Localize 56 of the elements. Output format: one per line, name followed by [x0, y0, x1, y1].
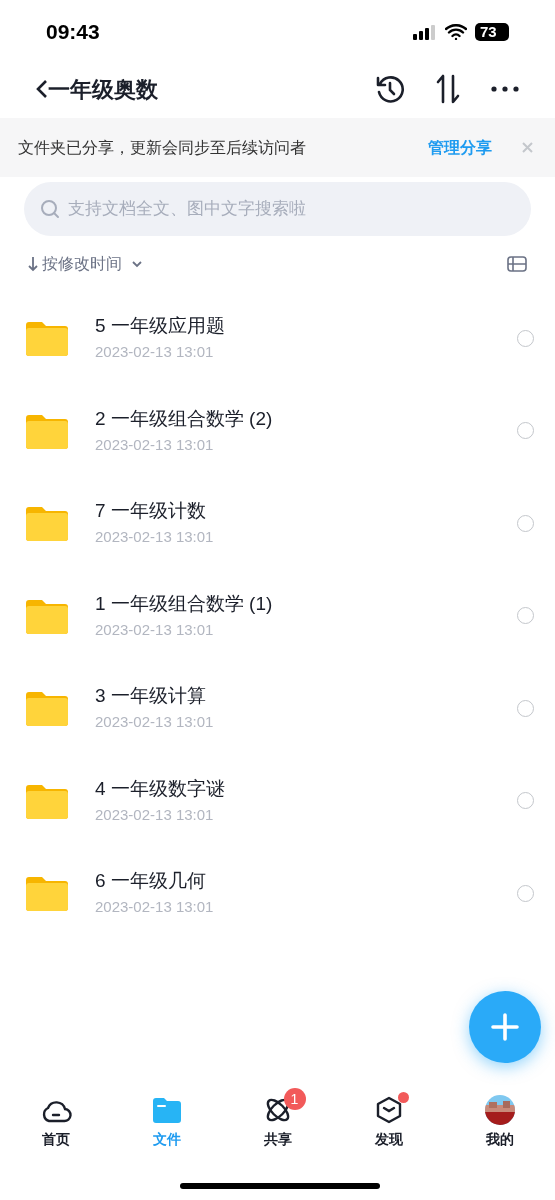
signal-icon	[413, 24, 437, 40]
tab-item[interactable]: 首页	[0, 1086, 111, 1150]
folder-row[interactable]: 1 一年级组合数学 (1) 2023-02-13 13:01	[0, 569, 555, 662]
folder-date: 2023-02-13 13:01	[95, 620, 215, 639]
search-field[interactable]: 支持文档全文、图中文字搜索啦	[68, 196, 515, 222]
folder-row[interactable]: 7 一年级计数 2023-02-13 13:01	[0, 477, 555, 570]
search-bar[interactable]: 支持文档全文、图中文字搜索啦	[24, 182, 531, 236]
add-button[interactable]	[469, 991, 541, 1063]
folder-icon	[152, 1097, 181, 1123]
folder-name: 4 一年级数字谜	[95, 777, 225, 800]
folder-date: 2023-02-13 13:01	[95, 528, 214, 547]
folder-name: 1 一年级组合数学 (1)	[95, 592, 273, 615]
folder-name: 7 一年级计数	[95, 500, 207, 523]
banner-text: 文件夹已分享，更新会同步至后续访问者	[18, 137, 306, 158]
tab-item[interactable]: 1 共享	[222, 1086, 333, 1150]
folder-date: 2023-02-13 13:01	[95, 435, 215, 454]
tab-item[interactable]: 我的	[444, 1086, 555, 1150]
folder-row[interactable]: 4 一年级数字谜 2023-02-13 13:01	[0, 754, 555, 847]
clock: 09:43	[46, 19, 100, 46]
search-icon	[40, 199, 60, 219]
arrow-down-icon	[28, 256, 38, 272]
battery-indicator: 73	[475, 23, 509, 41]
folder-row[interactable]: 3 一年级计算 2023-02-13 13:01	[0, 662, 555, 755]
folder-icon	[26, 782, 68, 819]
folder-date: 2023-02-13 13:01	[95, 713, 214, 732]
folder-date: 2023-02-13 13:01	[95, 343, 215, 362]
folder-icon	[26, 320, 68, 357]
folder-row[interactable]: 5 一年级应用题 2023-02-13 13:01	[0, 292, 555, 385]
folder-icon	[26, 875, 68, 912]
folder-icon	[26, 505, 68, 542]
cube-icon	[375, 1096, 402, 1124]
back-icon	[36, 79, 48, 99]
sort-icon[interactable]	[435, 74, 461, 104]
folder-icon	[26, 690, 68, 727]
notification-badge: 1	[283, 1088, 306, 1110]
folder-date: 2023-02-13 13:01	[95, 898, 214, 917]
folder-icon	[26, 597, 68, 634]
more-icon[interactable]	[491, 86, 519, 92]
caret-icon	[132, 260, 142, 268]
tab-item[interactable]: 发现	[333, 1086, 444, 1150]
folder-row[interactable]: 6 一年级几何 2023-02-13 13:01	[0, 847, 555, 940]
back-button[interactable]	[36, 79, 48, 99]
view-toggle-icon[interactable]	[507, 256, 527, 272]
folder-name: 2 一年级组合数学 (2)	[95, 407, 273, 430]
folder-icon	[26, 412, 68, 449]
sort-dropdown[interactable]: 按修改时间	[28, 252, 142, 276]
folder-date: 2023-02-13 13:01	[95, 805, 215, 824]
close-icon[interactable]	[522, 142, 533, 153]
folder-name: 5 一年级应用题	[95, 315, 225, 338]
page-title: 一年级奥数	[48, 75, 158, 104]
folder-name: 3 一年级计算	[95, 685, 207, 708]
plus-icon	[491, 1013, 519, 1041]
wifi-icon	[445, 24, 467, 40]
history-icon[interactable]	[375, 74, 405, 104]
folder-name: 6 一年级几何	[95, 870, 207, 893]
folder-row[interactable]: 2 一年级组合数学 (2) 2023-02-13 13:01	[0, 384, 555, 477]
